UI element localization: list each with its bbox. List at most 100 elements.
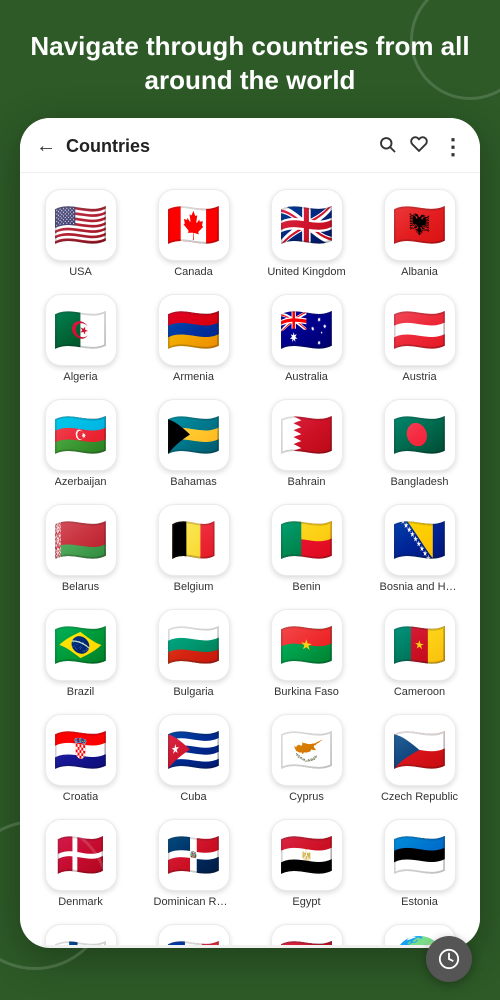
- toolbar: ← Countries ⋮: [20, 118, 480, 173]
- country-name: Canada: [174, 266, 213, 278]
- country-name: Cuba: [180, 791, 206, 803]
- country-item[interactable]: 🇭🇷 Croatia: [24, 706, 137, 811]
- country-item[interactable]: 🇪🇪 Estonia: [363, 811, 476, 916]
- country-item[interactable]: 🇧🇬 Bulgaria: [137, 601, 250, 706]
- flag-icon: 🇧🇬: [158, 609, 230, 681]
- country-item[interactable]: 🇩🇿 Algeria: [24, 286, 137, 391]
- country-name: Cyprus: [289, 791, 324, 803]
- flag-icon: 🇨🇺: [158, 714, 230, 786]
- flag-icon: 🇧🇩: [384, 399, 456, 471]
- flag-icon: 🇦🇹: [384, 294, 456, 366]
- country-item[interactable]: 🇨🇿 Czech Republic: [363, 706, 476, 811]
- country-name: Armenia: [173, 371, 214, 383]
- flag-icon: 🇧🇷: [45, 609, 117, 681]
- toolbar-actions: ⋮: [378, 134, 464, 160]
- country-name: Bulgaria: [173, 686, 213, 698]
- flag-icon: 🇪🇪: [384, 819, 456, 891]
- flag-icon: 🇨🇿: [384, 714, 456, 786]
- country-name: Benin: [292, 581, 320, 593]
- country-item[interactable]: 🇦🇹 Austria: [363, 286, 476, 391]
- page-header: Navigate through countries from all arou…: [0, 0, 500, 118]
- country-item[interactable]: 🇧🇫 Burkina Faso: [250, 601, 363, 706]
- country-name: Belarus: [62, 581, 99, 593]
- flag-icon: 🇺🇸: [45, 189, 117, 261]
- country-item[interactable]: 🇧🇯 Benin: [250, 496, 363, 601]
- country-item[interactable]: 🇨🇾 Cyprus: [250, 706, 363, 811]
- country-item[interactable]: 🇦🇲 Armenia: [137, 286, 250, 391]
- country-name: Albania: [401, 266, 438, 278]
- flag-icon: 🇪🇬: [271, 819, 343, 891]
- flag-icon: 🇧🇦: [384, 504, 456, 576]
- flag-icon: 🇫🇷: [158, 924, 230, 945]
- more-options-icon[interactable]: ⋮: [442, 134, 464, 160]
- country-item[interactable]: 🇧🇾 Belarus: [24, 496, 137, 601]
- country-name: Algeria: [63, 371, 97, 383]
- country-name: Egypt: [292, 896, 320, 908]
- flag-icon: 🇨🇲: [384, 609, 456, 681]
- country-item[interactable]: 🇦🇺 Australia: [250, 286, 363, 391]
- country-item[interactable]: 🇫🇮Finland: [24, 916, 137, 945]
- flag-icon: 🇧🇾: [45, 504, 117, 576]
- country-name: Bangladesh: [390, 476, 448, 488]
- country-item[interactable]: 🇨🇦 Canada: [137, 181, 250, 286]
- country-item[interactable]: 🇬🇲Gambia: [250, 916, 363, 945]
- country-item[interactable]: 🇪🇬 Egypt: [250, 811, 363, 916]
- country-name: Bahamas: [170, 476, 216, 488]
- country-item[interactable]: 🇫🇷France: [137, 916, 250, 945]
- flag-icon: 🇧🇭: [271, 399, 343, 471]
- flag-icon: 🇩🇿: [45, 294, 117, 366]
- country-name: Azerbaijan: [55, 476, 107, 488]
- country-name: Austria: [402, 371, 436, 383]
- search-icon[interactable]: [378, 135, 396, 158]
- flag-icon: 🇫🇮: [45, 924, 117, 945]
- flag-icon: 🇧🇪: [158, 504, 230, 576]
- country-name: Dominican Rep...: [154, 896, 234, 908]
- flag-icon: 🇨🇦: [158, 189, 230, 261]
- country-item[interactable]: 🇨🇲 Cameroon: [363, 601, 476, 706]
- flag-icon: 🇩🇰: [45, 819, 117, 891]
- phone-card: ← Countries ⋮ 🇺🇸 USA 🇨🇦 Canada 🇬🇧 United King…: [20, 118, 480, 948]
- country-item[interactable]: 🇦🇿 Azerbaijan: [24, 391, 137, 496]
- country-item[interactable]: 🇧🇸 Bahamas: [137, 391, 250, 496]
- country-item[interactable]: 🇩🇴 Dominican Rep...: [137, 811, 250, 916]
- country-name: Czech Republic: [381, 791, 458, 803]
- flag-icon: 🇧🇫: [271, 609, 343, 681]
- country-item[interactable]: 🇩🇰 Denmark: [24, 811, 137, 916]
- toolbar-title: Countries: [66, 136, 378, 157]
- country-item[interactable]: 🇧🇭 Bahrain: [250, 391, 363, 496]
- country-name: Belgium: [174, 581, 214, 593]
- flag-icon: 🇧🇸: [158, 399, 230, 471]
- country-name: Bahrain: [288, 476, 326, 488]
- flag-icon: 🇩🇴: [158, 819, 230, 891]
- back-button[interactable]: ←: [36, 135, 56, 158]
- flag-icon: 🇬🇧: [271, 189, 343, 261]
- country-name: Bosnia and Her...: [380, 581, 460, 593]
- flag-icon: 🇦🇿: [45, 399, 117, 471]
- country-item[interactable]: 🇬🇧 United Kingdom: [250, 181, 363, 286]
- flag-icon: 🇦🇱: [384, 189, 456, 261]
- flag-icon: 🇭🇷: [45, 714, 117, 786]
- flag-icon: 🇦🇲: [158, 294, 230, 366]
- country-item[interactable]: 🇨🇺 Cuba: [137, 706, 250, 811]
- country-name: Estonia: [401, 896, 438, 908]
- favorite-icon[interactable]: [410, 135, 428, 158]
- flag-icon: 🇬🇲: [271, 924, 343, 945]
- country-item[interactable]: 🇧🇦 Bosnia and Her...: [363, 496, 476, 601]
- flag-icon: 🇧🇯: [271, 504, 343, 576]
- country-name: United Kingdom: [267, 266, 345, 278]
- country-item[interactable]: 🇦🇱 Albania: [363, 181, 476, 286]
- country-name: Cameroon: [394, 686, 445, 698]
- country-item[interactable]: 🇧🇪 Belgium: [137, 496, 250, 601]
- country-name: Australia: [285, 371, 328, 383]
- country-name: Brazil: [67, 686, 95, 698]
- country-item[interactable]: 🇺🇸 USA: [24, 181, 137, 286]
- country-item[interactable]: 🇧🇩 Bangladesh: [363, 391, 476, 496]
- flag-icon: 🇨🇾: [271, 714, 343, 786]
- country-name: Croatia: [63, 791, 98, 803]
- country-name: USA: [69, 266, 92, 278]
- country-name: Denmark: [58, 896, 103, 908]
- country-name: Burkina Faso: [274, 686, 339, 698]
- country-item[interactable]: 🇧🇷 Brazil: [24, 601, 137, 706]
- country-grid: 🇺🇸 USA 🇨🇦 Canada 🇬🇧 United Kingdom 🇦🇱 Albania 🇩🇿…: [20, 173, 480, 945]
- flag-icon: 🇦🇺: [271, 294, 343, 366]
